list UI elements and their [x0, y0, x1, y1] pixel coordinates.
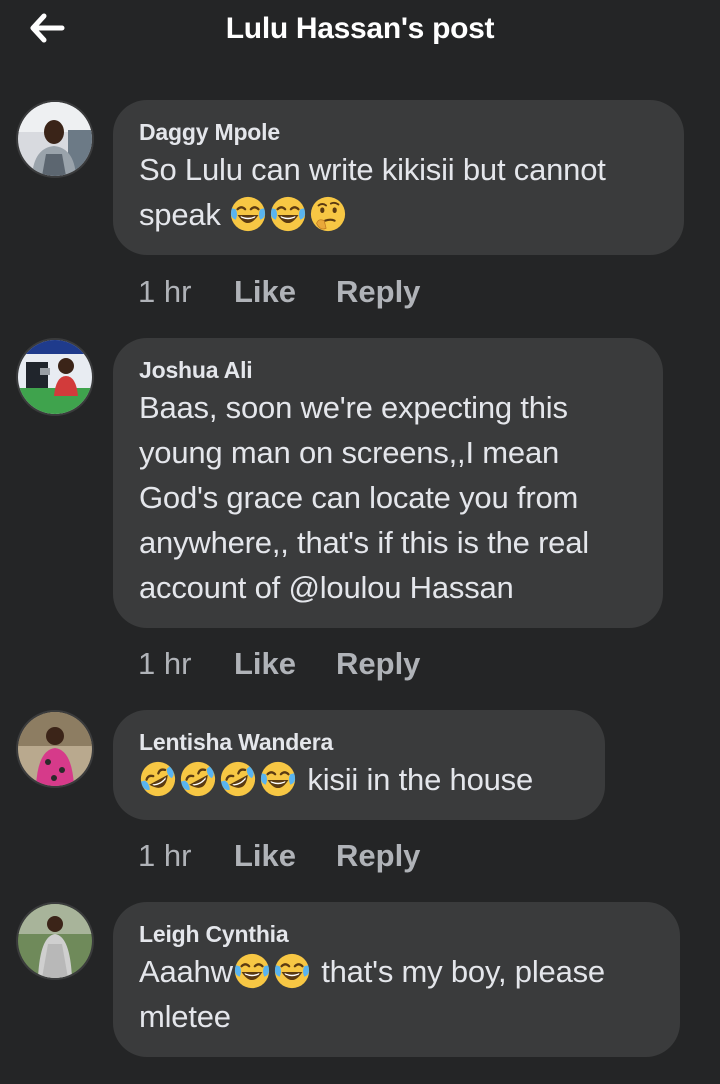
comment-bubble[interactable]: Daggy Mpole So Lulu can write kikisii bu…	[113, 100, 684, 255]
comment-text: So Lulu can write kikisii but cannot spe…	[139, 147, 658, 237]
page-title: Lulu Hassan's post	[225, 12, 495, 45]
comment-text-line: God's grace can locate you from	[139, 480, 579, 515]
comment-author[interactable]: Leigh Cynthia	[139, 919, 654, 949]
comment-author[interactable]: Joshua Ali	[139, 355, 637, 385]
comment-bubble[interactable]: Leigh Cynthia Aaahw that's my boy, pleas…	[113, 902, 680, 1057]
comment-text-line: Baas, soon we're expecting this	[139, 390, 568, 425]
comment-text-line: mletee	[139, 999, 231, 1034]
comment-actions: 1 hr Like Reply	[138, 642, 420, 686]
avatar-photo	[18, 340, 92, 414]
avatar[interactable]	[16, 338, 94, 416]
comment-author[interactable]: Daggy Mpole	[139, 117, 658, 147]
avatar-photo	[18, 102, 92, 176]
comment-text-line: Aaahw that's my boy, please	[139, 949, 654, 994]
avatar-photo	[18, 712, 92, 786]
like-button[interactable]: Like	[234, 838, 336, 874]
rofl-emoji-icon	[139, 760, 177, 798]
joy-emoji-icon	[259, 760, 297, 798]
comment-bubble[interactable]: Joshua Ali Baas, soon we're expecting th…	[113, 338, 663, 628]
comment-text-line-2: speak	[139, 192, 658, 237]
avatar[interactable]	[16, 710, 94, 788]
comment-text-fragment: speak	[139, 197, 221, 232]
comment-text: kisii in the house	[139, 757, 579, 802]
comment-actions: 1 hr Like Reply	[138, 270, 420, 314]
comment-bubble[interactable]: Lentisha Wandera kisii in the house	[113, 710, 605, 820]
comment-timestamp[interactable]: 1 hr	[138, 274, 234, 310]
comment-timestamp[interactable]: 1 hr	[138, 838, 234, 874]
rofl-emoji-icon	[179, 760, 217, 798]
comment-text-line: account of @loulou Hassan	[139, 570, 514, 605]
joy-emoji-icon	[273, 952, 311, 990]
avatar[interactable]	[16, 902, 94, 980]
comment-author[interactable]: Lentisha Wandera	[139, 727, 579, 757]
comment-text: Aaahw that's my boy, please mletee	[139, 949, 654, 1039]
top-app-bar: Lulu Hassan's post	[0, 0, 720, 66]
like-button[interactable]: Like	[234, 646, 336, 682]
comment-actions: 1 hr Like Reply	[138, 834, 420, 878]
avatar-photo	[18, 904, 92, 978]
reply-button[interactable]: Reply	[336, 274, 420, 310]
thinking-emoji-icon	[309, 195, 347, 233]
comment-text-fragment: that's my boy, please	[321, 954, 605, 989]
comment-text-fragment: Aaahw	[139, 954, 233, 989]
comment-timestamp[interactable]: 1 hr	[138, 646, 234, 682]
comment-text-line: So Lulu can write kikisii but cannot	[139, 152, 606, 187]
comment-text-fragment: kisii in the house	[307, 762, 534, 797]
comment-text: Baas, soon we're expecting this young ma…	[139, 385, 637, 610]
post-comments-screen: Lulu Hassan's post Daggy Mpole So Lulu c…	[0, 0, 720, 1084]
like-button[interactable]: Like	[234, 274, 336, 310]
avatar[interactable]	[16, 100, 94, 178]
reply-button[interactable]: Reply	[336, 838, 420, 874]
comment-text-line: anywhere,, that's if this is the real	[139, 525, 589, 560]
rofl-emoji-icon	[219, 760, 257, 798]
joy-emoji-icon	[229, 195, 267, 233]
comment-text-line: young man on screens,,I mean	[139, 435, 560, 470]
reply-button[interactable]: Reply	[336, 646, 420, 682]
joy-emoji-icon	[233, 952, 271, 990]
joy-emoji-icon	[269, 195, 307, 233]
